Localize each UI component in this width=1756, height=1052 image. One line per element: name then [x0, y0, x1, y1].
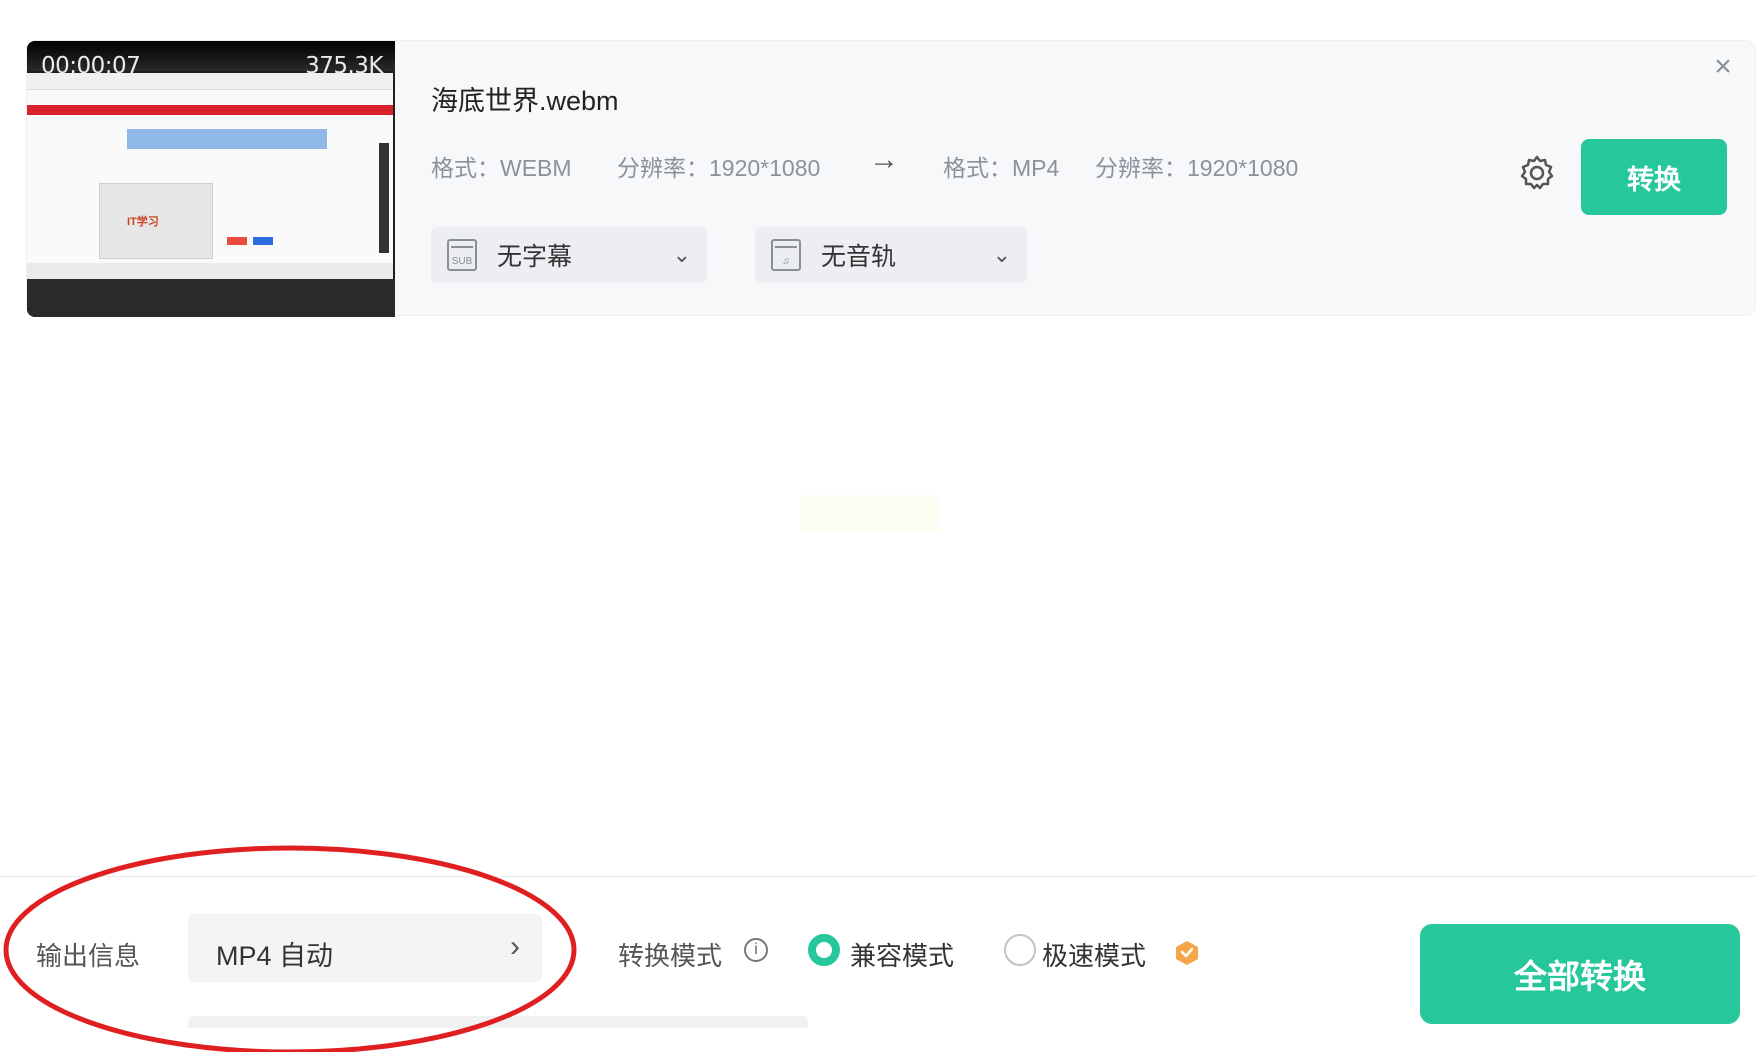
compat-mode-label[interactable]: 兼容模式	[850, 936, 954, 973]
bottom-divider	[0, 876, 1756, 877]
chevron-down-icon: ⌄	[672, 242, 691, 267]
video-thumbnail[interactable]: IT学习 00:00:07 375.3K	[27, 41, 395, 317]
thumbnail-sidebar	[379, 143, 389, 253]
fast-mode-label[interactable]: 极速模式	[1042, 936, 1146, 973]
thumbnail-banner	[127, 129, 327, 149]
target-resolution: 分辨率：1920*1080	[1095, 149, 1298, 183]
target-format-value: MP4	[1012, 155, 1060, 181]
target-resolution-value: 1920*1080	[1187, 155, 1299, 181]
subtitle-select[interactable]: SUB 无字幕 ⌄	[431, 227, 707, 283]
thumbnail-screen: IT学习	[27, 73, 393, 279]
audio-track-select[interactable]: ♫ 无音轨 ⌄	[755, 227, 1027, 283]
video-size: 375.3K	[305, 53, 383, 79]
target-resolution-label: 分辨率：	[1095, 155, 1187, 181]
close-icon[interactable]: ×	[1709, 52, 1737, 82]
audio-track-icon: ♫	[771, 239, 801, 271]
thumbnail-chip	[253, 237, 273, 245]
source-format: 格式：WEBM	[431, 149, 572, 183]
arrow-right-icon: →	[869, 143, 899, 176]
output-info-label: 输出信息	[36, 941, 141, 971]
thumbnail-taskbar	[27, 279, 395, 317]
source-resolution-label: 分辨率：	[617, 155, 709, 181]
gear-icon[interactable]	[1517, 153, 1557, 193]
source-resolution: 分辨率：1920*1080	[617, 149, 820, 183]
fast-mode-radio[interactable]	[1004, 934, 1036, 966]
source-resolution-value: 1920*1080	[709, 155, 821, 181]
thumbnail-footer	[27, 263, 393, 279]
thumbnail-redbar	[27, 105, 393, 115]
compat-mode-radio[interactable]	[808, 934, 840, 966]
convert-all-button[interactable]: 全部转换	[1420, 924, 1740, 1024]
chevron-down-icon: ⌄	[992, 242, 1011, 267]
chevron-right-icon: ›	[510, 930, 520, 963]
source-format-label: 格式：	[431, 155, 500, 181]
video-duration: 00:00:07	[41, 53, 141, 79]
subtitle-icon: SUB	[447, 239, 477, 271]
thumbnail-chip	[227, 237, 247, 245]
subtitle-select-value: 无字幕	[497, 243, 573, 271]
audio-track-select-value: 无音轨	[821, 243, 897, 271]
target-format-label: 格式：	[943, 155, 1012, 181]
output-format-select[interactable]: MP4 自动 ›	[188, 914, 542, 982]
file-name: 海底世界.webm	[431, 86, 619, 116]
vip-badge-icon	[1176, 941, 1198, 965]
source-format-value: WEBM	[500, 155, 572, 181]
convert-button[interactable]: 转换	[1581, 139, 1727, 215]
output-format-value: MP4 自动	[216, 941, 334, 971]
file-card: IT学习 00:00:07 375.3K 海底世界.webm × 格式：WEBM…	[26, 40, 1756, 317]
convert-mode-label: 转换模式	[618, 941, 723, 971]
target-format: 格式：MP4	[943, 149, 1059, 183]
output-path-bar[interactable]	[188, 1016, 808, 1028]
drop-hint-area	[800, 495, 940, 531]
info-icon[interactable]: i	[744, 938, 768, 962]
thumbnail-logo: IT学习	[127, 216, 159, 228]
